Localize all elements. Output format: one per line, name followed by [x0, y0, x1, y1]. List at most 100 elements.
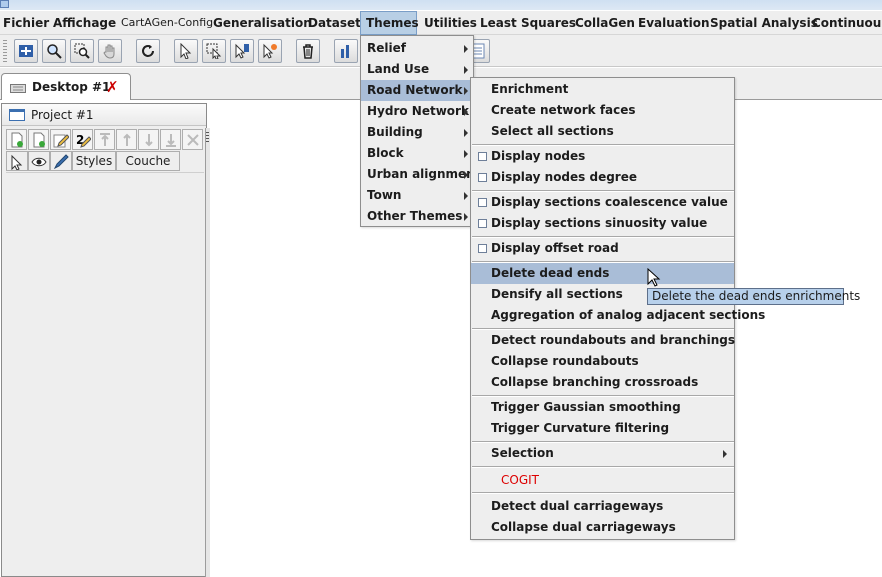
road-menu-display-sinuosity[interactable]: Display sections sinuosity value — [471, 213, 734, 234]
select-button[interactable] — [174, 39, 198, 63]
checkbox-icon — [478, 244, 487, 253]
rename-icon: 2 — [76, 133, 91, 148]
select-box-button[interactable] — [202, 39, 226, 63]
road-menu-delete-dead-ends[interactable]: Delete dead ends — [471, 263, 734, 284]
submenu-arrow-icon — [464, 192, 468, 200]
themes-menu-item-building[interactable]: Building — [361, 122, 473, 143]
road-network-submenu: Enrichment Create network faces Select a… — [470, 77, 765, 540]
select-point-button[interactable] — [230, 39, 254, 63]
delete-button[interactable] — [296, 39, 320, 63]
move-top-button[interactable] — [94, 129, 115, 150]
extent-icon — [19, 45, 33, 57]
road-menu-collapse-dual-carriageways[interactable]: Collapse dual carriageways — [471, 517, 734, 538]
road-menu-display-nodes[interactable]: Display nodes — [471, 146, 734, 167]
arrow-cursor-icon — [11, 154, 23, 170]
menu-cartagen-config[interactable]: CartAGen-Config — [121, 11, 213, 35]
new-layer-db-button[interactable] — [28, 129, 49, 150]
menu-item-label: Other Themes — [367, 209, 463, 223]
menu-item-label: Town — [367, 188, 402, 202]
menu-themes[interactable]: Themes — [360, 11, 419, 35]
menu-item-label: Selection — [491, 446, 554, 460]
road-menu-selection[interactable]: Selection — [471, 443, 734, 464]
menu-item-label: Densify all sections — [491, 287, 623, 301]
refresh-button[interactable] — [136, 39, 160, 63]
layer-table-header: Styles Couche — [6, 151, 206, 171]
road-menu-enrichment[interactable]: Enrichment — [471, 79, 734, 100]
road-menu-select-all-sections[interactable]: Select all sections — [471, 121, 734, 142]
menu-section-label: COGIT — [501, 473, 539, 487]
road-menu-create-network-faces[interactable]: Create network faces — [471, 100, 734, 121]
menu-evaluation[interactable]: Evaluation — [638, 11, 710, 35]
road-menu-gaussian-smoothing[interactable]: Trigger Gaussian smoothing — [471, 397, 734, 418]
road-menu-aggregation-analog[interactable]: Aggregation of analog adjacent sections — [471, 305, 765, 326]
rename-layer-button[interactable]: 2 — [72, 129, 93, 150]
project-title-bar[interactable]: Project #1 — [2, 104, 206, 126]
menu-utilities[interactable]: Utilities — [424, 11, 477, 35]
menu-fichier[interactable]: Fichier — [3, 11, 49, 35]
select-icon — [180, 43, 192, 59]
menu-least-squares[interactable]: Least Squares — [480, 11, 576, 35]
pencil-icon — [53, 154, 69, 170]
road-menu-display-coalescence[interactable]: Display sections coalescence value — [471, 192, 734, 213]
menu-item-label: Display sections coalescence value — [491, 195, 728, 209]
road-menu-display-offset-road[interactable]: Display offset road — [471, 238, 734, 259]
column-couche[interactable]: Couche — [116, 151, 180, 171]
column-styles[interactable]: Styles — [72, 151, 116, 171]
themes-menu-item-town[interactable]: Town — [361, 185, 473, 206]
themes-menu-item-hydro-network[interactable]: Hydro Network — [361, 101, 473, 122]
themes-menu-item-road-network[interactable]: Road Network — [361, 80, 473, 101]
column-selectable[interactable] — [6, 151, 28, 171]
zoom-button[interactable] — [42, 39, 66, 63]
themes-menu-item-relief[interactable]: Relief — [361, 38, 473, 59]
move-bottom-button[interactable] — [160, 129, 181, 150]
window-title-strip — [0, 0, 882, 10]
new-layer-button[interactable] — [6, 129, 27, 150]
split-pane-divider[interactable] — [205, 128, 210, 577]
road-menu-display-nodes-degree[interactable]: Display nodes degree — [471, 167, 734, 188]
remove-layer-button[interactable] — [182, 129, 203, 150]
tab-desktop-1[interactable]: Desktop #1 ✗ — [1, 73, 131, 100]
themes-menu-item-other-themes[interactable]: Other Themes — [361, 206, 473, 227]
menu-item-label: Delete dead ends — [491, 266, 610, 280]
themes-menu-item-urban-alignment[interactable]: Urban alignment — [361, 164, 480, 185]
menu-item-label: Detect dual carriageways — [491, 499, 664, 513]
menu-collagen[interactable]: CollaGen — [575, 11, 635, 35]
chart-button[interactable] — [334, 39, 358, 63]
submenu-arrow-icon — [464, 45, 468, 53]
themes-menu-item-block[interactable]: Block — [361, 143, 473, 164]
menu-item-label: Collapse dual carriageways — [491, 520, 676, 534]
road-menu-detect-dual-carriageways[interactable]: Detect dual carriageways — [471, 496, 734, 517]
column-visible[interactable] — [28, 151, 50, 171]
move-down-button[interactable] — [138, 129, 159, 150]
menu-dataset[interactable]: Dataset — [308, 11, 361, 35]
menu-item-label: Block — [367, 146, 404, 160]
toolbar-grip[interactable] — [3, 40, 7, 62]
road-menu-collapse-roundabouts[interactable]: Collapse roundabouts — [471, 351, 734, 372]
deselect-button[interactable] — [258, 39, 282, 63]
column-editable[interactable] — [50, 151, 72, 171]
close-tab-icon[interactable]: ✗ — [106, 78, 119, 96]
new-layer-icon — [11, 132, 23, 148]
edit-layer-button[interactable] — [50, 129, 71, 150]
move-bottom-icon — [166, 134, 176, 147]
menu-item-label: Hydro Network — [367, 104, 469, 118]
move-up-button[interactable] — [116, 129, 137, 150]
menu-item-label: Display sections sinuosity value — [491, 216, 708, 230]
menu-spatial-analysis[interactable]: Spatial Analysis — [710, 11, 818, 35]
menu-generalisation[interactable]: Generalisation — [213, 11, 312, 35]
road-menu-curvature-filtering[interactable]: Trigger Curvature filtering — [471, 418, 734, 439]
layer-list[interactable] — [6, 172, 204, 572]
extent-button[interactable] — [14, 39, 38, 63]
menu-item-label: Building — [367, 125, 423, 139]
zoom-icon — [47, 44, 62, 59]
themes-menu-item-land-use[interactable]: Land Use — [361, 59, 473, 80]
zoom-window-button[interactable] — [70, 39, 94, 63]
menu-affichage[interactable]: Affichage — [53, 11, 116, 35]
pan-button[interactable] — [98, 39, 122, 63]
menu-continuous[interactable]: Continuous — [812, 11, 882, 35]
divider-grip[interactable] — [206, 132, 209, 144]
edit-icon — [53, 134, 69, 148]
road-menu-detect-roundabouts[interactable]: Detect roundabouts and branchings — [471, 330, 735, 351]
menu-separator — [472, 466, 734, 468]
road-menu-collapse-branching[interactable]: Collapse branching crossroads — [471, 372, 734, 393]
